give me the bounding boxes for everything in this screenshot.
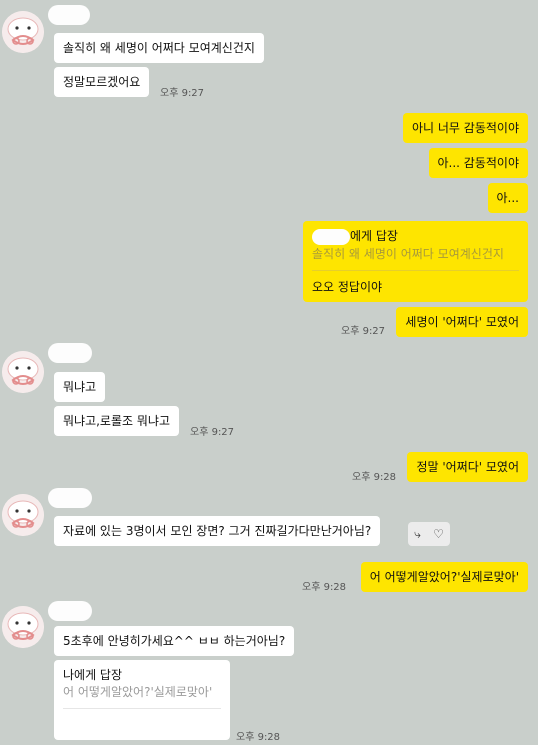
incoming-message[interactable]: 뭐냐고 (54, 372, 106, 402)
avatar[interactable] (2, 606, 44, 648)
redacted-name (312, 228, 350, 245)
outgoing-message[interactable]: 정말 '어쩌다' 모였어 (407, 452, 528, 482)
timestamp: 오후 9:28 (302, 582, 347, 593)
timestamp: 오후 9:27 (160, 88, 205, 99)
sender-name-redacted (48, 488, 92, 508)
reply-quote: 어 어떻게알았어?'실제로맞아' (63, 685, 213, 699)
outgoing-message[interactable]: 아... (487, 183, 528, 213)
incoming-message[interactable]: 5초후에 안녕히가세요^^ ㅂㅂ 하는거아님? (54, 626, 295, 656)
outgoing-message[interactable]: 어 어떻게알았어?'실제로맞아' (360, 562, 528, 592)
incoming-message[interactable]: 자료에 있는 3명이서 모인 장면? 그거 진짜길가다만난거아님? (54, 516, 381, 546)
profile-character-icon (2, 606, 44, 648)
reply-quote: 솔직히 왜 세명이 어쩌다 모여계신건지 (312, 246, 504, 261)
reply-message-bubble[interactable]: 에게 답장 솔직히 왜 세명이 어쩌다 모여계신건지 오오 정답이야 (303, 221, 528, 302)
reply-target: 나에게 답장 (63, 668, 123, 682)
avatar[interactable] (2, 351, 44, 393)
outgoing-message[interactable]: 아... 감동적이야 (428, 148, 528, 178)
avatar[interactable] (2, 11, 44, 53)
timestamp: 오후 9:28 (352, 472, 397, 483)
profile-character-icon (2, 351, 44, 393)
timestamp: 오후 9:27 (341, 326, 386, 337)
timestamp: 오후 9:27 (190, 427, 235, 438)
heart-icon[interactable]: ♡ (433, 527, 444, 541)
reply-divider (312, 269, 519, 271)
avatar[interactable] (2, 494, 44, 536)
reply-text: 오오 정답이야 (312, 279, 383, 294)
reply-arrow-icon[interactable]: ⤷ (414, 527, 421, 542)
reply-message-bubble[interactable]: 나에게 답장 어 어떻게알았어?'실제로맞아' (54, 660, 230, 740)
sender-name-redacted (48, 343, 92, 363)
profile-character-icon (2, 494, 44, 536)
incoming-message[interactable]: 정말모르겠어요 (54, 67, 150, 97)
message-actions: ⤷ ♡ (408, 522, 450, 546)
sender-name-redacted (48, 5, 90, 25)
reply-divider (63, 708, 221, 709)
outgoing-message[interactable]: 아니 너무 감동적이야 (403, 113, 528, 143)
reply-target: 에게 답장 (312, 228, 519, 245)
sender-name-redacted (48, 601, 92, 621)
outgoing-message[interactable]: 세명이 '어쩌다' 모였어 (396, 307, 528, 337)
timestamp: 오후 9:28 (236, 732, 281, 743)
incoming-message[interactable]: 솔직히 왜 세명이 어쩌다 모여계신건지 (54, 33, 264, 63)
incoming-message[interactable]: 뭐냐고,로롤조 뭐냐고 (54, 406, 179, 436)
profile-character-icon (2, 11, 44, 53)
